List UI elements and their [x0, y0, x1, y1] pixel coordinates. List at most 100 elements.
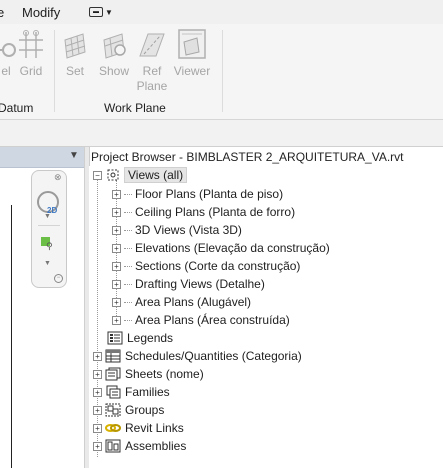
tree-item-drafting-views[interactable]: + Drafting Views (Detalhe)	[112, 275, 265, 293]
tree-item-ceiling-plans[interactable]: + Ceiling Plans (Planta de forro)	[112, 203, 295, 221]
families-icon	[105, 385, 121, 399]
close-icon[interactable]: ⊗	[54, 172, 62, 183]
expand-toggle-icon[interactable]: +	[93, 387, 102, 397]
tree-item-label: Assemblies	[125, 439, 187, 453]
tree-item-schedules[interactable]: + Schedules/Quantities (Categoria)	[93, 347, 302, 365]
tree-item-floor-plans[interactable]: + Floor Plans (Planta de piso)	[112, 185, 283, 203]
schedules-icon	[105, 349, 121, 363]
tree-root-label: Views (all)	[123, 167, 188, 183]
menu-item-modify[interactable]: Modify	[22, 5, 60, 20]
tree-item-area-plans-rentable[interactable]: + Area Plans (Alugável)	[112, 293, 251, 311]
menu-item-truncated[interactable]: e	[0, 5, 4, 20]
assemblies-icon	[105, 439, 121, 453]
tree-connector	[124, 301, 132, 303]
expand-toggle-icon[interactable]: +	[93, 351, 102, 361]
tree-root-views-all[interactable]: − Views (all)	[93, 166, 188, 184]
tree-item-assemblies[interactable]: + Assemblies	[93, 437, 186, 455]
views-icon	[105, 168, 121, 182]
expand-toggle-icon[interactable]: +	[112, 315, 121, 325]
tree-item-label: Sections (Corte da construção)	[135, 259, 301, 273]
ref-plane-button[interactable]: Ref Plane	[132, 26, 172, 94]
tree-connector	[124, 211, 132, 213]
tree-item-label: Drafting Views (Detalhe)	[135, 277, 265, 291]
quick-access-dropdown[interactable]: ▬ ▼	[89, 4, 113, 20]
workplane-viewer-button[interactable]: Viewer	[172, 26, 212, 79]
magnifier-icon: ⚲	[46, 241, 53, 251]
tree-item-3d-views[interactable]: +3D Views (Vista 3D)	[112, 221, 242, 239]
tree-connector	[124, 319, 132, 321]
navigation-bar: ⊗ 2D ⚲ ▼ ▼ −	[31, 170, 67, 288]
tree-item-sheets[interactable]: + Sheets (nome)	[93, 365, 204, 383]
tree-item-label: Groups	[125, 403, 165, 417]
tree-item-label: Revit Links	[125, 421, 184, 435]
tree-connector	[124, 283, 132, 285]
navbar-divider	[38, 225, 60, 226]
set-workplane-icon	[55, 26, 95, 60]
tree-item-sections[interactable]: + Sections (Corte da construção)	[112, 257, 300, 275]
expand-toggle-icon[interactable]: +	[93, 405, 102, 415]
legends-icon	[107, 331, 123, 345]
datum-panel-label: Datum	[0, 101, 34, 115]
work-plane-panel-label: Work Plane	[104, 101, 166, 115]
chevron-down-icon[interactable]: ▼	[44, 213, 51, 220]
project-browser-tree: − Views (all) + Floor Plans (Planta de pi…	[89, 166, 443, 468]
tree-connector	[124, 247, 132, 249]
ref-plane-icon	[132, 26, 172, 60]
tree-item-label: Schedules/Quantities (Categoria)	[125, 349, 302, 363]
chevron-down-icon[interactable]: ▼	[44, 260, 51, 267]
tree-item-label: Elevations (Elevação da construção)	[135, 241, 330, 255]
grid-icon	[11, 26, 51, 60]
tree-item-label: Area Plans (Alugável)	[135, 295, 252, 309]
tree-item-revit-links[interactable]: + Revit Links	[93, 419, 184, 437]
expand-toggle-icon[interactable]: +	[112, 207, 121, 217]
set-label: Set	[65, 64, 84, 78]
groups-icon	[105, 403, 121, 417]
sheets-icon	[105, 367, 121, 381]
ribbon: el Grid Datum Set Show Ref Plane Viewer …	[0, 24, 443, 120]
expand-toggle-icon[interactable]: +	[112, 261, 121, 271]
tree-item-label: Legends	[127, 331, 174, 345]
tree-item-label: Floor Plans (Planta de piso)	[135, 187, 284, 201]
chevron-down-icon: ▼	[105, 7, 113, 17]
expand-toggle-icon[interactable]: +	[93, 423, 102, 433]
tree-item-label: 3D Views (Vista 3D)	[135, 223, 242, 237]
workplane-viewer-icon	[172, 26, 212, 60]
tree-item-groups[interactable]: + Groups	[93, 401, 164, 419]
tree-item-area-plans-gross[interactable]: + Area Plans (Área construída)	[112, 311, 290, 329]
tree-item-legends[interactable]: Legends	[93, 329, 173, 347]
expand-toggle-icon[interactable]: +	[93, 441, 102, 451]
viewer-label: Viewer	[173, 64, 211, 78]
tree-item-label: Sheets (nome)	[125, 367, 204, 381]
show-label: Show	[98, 64, 130, 78]
window-icon: ▬	[89, 7, 103, 17]
expand-toggle-icon[interactable]: +	[112, 279, 121, 289]
collapse-arrow-icon[interactable]: ▼	[69, 150, 79, 161]
navbar-options-icon[interactable]: −	[54, 274, 63, 283]
expand-toggle-icon[interactable]: +	[112, 225, 121, 235]
revit-links-icon	[105, 421, 121, 435]
show-workplane-icon	[94, 26, 134, 60]
ref-plane-label: Ref Plane	[136, 64, 168, 93]
tree-item-label: Ceiling Plans (Planta de forro)	[135, 205, 296, 219]
options-bar	[0, 120, 443, 147]
tree-item-label: Families	[125, 385, 170, 399]
tree-connector	[124, 265, 132, 267]
collapse-toggle-icon[interactable]: −	[93, 170, 102, 180]
tree-connector	[124, 193, 132, 195]
show-workplane-button[interactable]: Show	[94, 26, 134, 79]
tree-connector	[124, 229, 132, 231]
expand-toggle-icon[interactable]: +	[112, 189, 121, 199]
project-browser-title: Project Browser - BIMBLASTER 2_ARQUITETU…	[91, 150, 404, 164]
grid-button[interactable]: Grid	[11, 26, 51, 79]
expand-toggle-icon[interactable]: +	[93, 369, 102, 379]
tree-item-label: Area Plans (Área construída)	[135, 313, 290, 327]
grid-label: Grid	[19, 64, 43, 78]
tree-item-elevations[interactable]: + Elevations (Elevação da construção)	[112, 239, 330, 257]
expand-toggle-icon[interactable]: +	[112, 297, 121, 307]
view-crop-border	[0, 205, 12, 468]
set-workplane-button[interactable]: Set	[55, 26, 95, 79]
expand-toggle-icon[interactable]: +	[112, 243, 121, 253]
menu-bar: e Modify ▬ ▼	[0, 0, 443, 25]
tree-item-families[interactable]: + Families	[93, 383, 170, 401]
panel-divider	[222, 30, 223, 112]
